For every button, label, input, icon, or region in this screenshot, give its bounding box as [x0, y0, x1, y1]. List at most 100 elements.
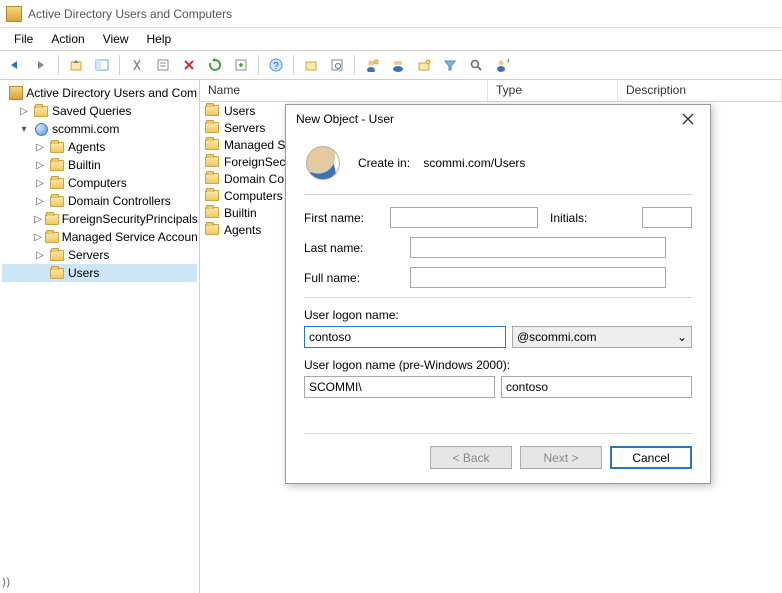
separator	[304, 297, 692, 298]
refresh-button[interactable]	[204, 54, 226, 76]
folder-icon	[34, 106, 48, 117]
delete-button[interactable]	[178, 54, 200, 76]
tree-label: Servers	[68, 248, 109, 262]
full-name-input[interactable]	[410, 267, 666, 288]
tree-label: ForeignSecurityPrincipals	[62, 212, 198, 226]
tree-item-servers[interactable]: ▷ Servers	[2, 246, 197, 264]
folder-icon	[205, 122, 219, 133]
help-button[interactable]: ?	[265, 54, 287, 76]
next-button[interactable]: Next >	[520, 446, 602, 469]
logon-name-input[interactable]	[304, 326, 506, 348]
tree-root[interactable]: Active Directory Users and Com	[2, 84, 197, 102]
close-button[interactable]	[674, 109, 702, 129]
folder-icon	[50, 268, 64, 279]
last-name-input[interactable]	[410, 237, 666, 258]
tree-saved-queries[interactable]: ▷ Saved Queries	[2, 102, 197, 120]
tree-label: Managed Service Accoun	[62, 230, 198, 244]
folder-icon	[205, 156, 219, 167]
menu-help[interactable]: Help	[139, 30, 180, 48]
cancel-button[interactable]: Cancel	[610, 446, 692, 469]
pre2k-label: User logon name (pre-Windows 2000):	[304, 358, 692, 372]
filter-button[interactable]	[439, 54, 461, 76]
menu-file[interactable]: File	[6, 30, 41, 48]
expand-icon[interactable]: ▷	[34, 250, 46, 261]
toolbar: ? +	[0, 50, 782, 80]
add-to-group-button[interactable]: +	[491, 54, 513, 76]
menu-view[interactable]: View	[95, 30, 137, 48]
cut-button[interactable]	[126, 54, 148, 76]
col-description[interactable]: Description	[618, 80, 782, 101]
initials-input[interactable]	[642, 207, 692, 228]
folder-icon	[205, 207, 219, 218]
folder-icon	[45, 232, 59, 243]
back-button[interactable]	[4, 54, 26, 76]
new-user-dialog: New Object - User Create in: scommi.com/…	[285, 104, 711, 484]
tree-item-users[interactable]: Users	[2, 264, 197, 282]
pre2k-user-input[interactable]	[501, 376, 692, 398]
col-name[interactable]: Name	[200, 80, 488, 101]
collapse-icon[interactable]: ▾	[18, 124, 30, 135]
toolbar-divider	[258, 55, 259, 75]
folder-icon	[205, 173, 219, 184]
dialog-footer: < Back Next > Cancel	[304, 433, 692, 469]
new-group-button[interactable]	[387, 54, 409, 76]
full-name-label: Full name:	[304, 271, 410, 285]
expand-icon[interactable]: ▷	[34, 232, 42, 243]
toolbar-divider	[293, 55, 294, 75]
col-type[interactable]: Type	[488, 80, 618, 101]
new-ou-folder-button[interactable]	[413, 54, 435, 76]
tree-item-computers[interactable]: ▷ Computers	[2, 174, 197, 192]
expand-icon[interactable]: ▷	[34, 196, 46, 207]
folder-icon	[205, 224, 219, 235]
folder-icon	[45, 214, 59, 225]
domain-suffix-select[interactable]: @scommi.com ⌄	[512, 326, 692, 348]
svg-text:?: ?	[273, 61, 279, 72]
tree-root-label: Active Directory Users and Com	[26, 86, 197, 100]
new-user-button[interactable]	[361, 54, 383, 76]
up-button[interactable]	[65, 54, 87, 76]
search-button[interactable]	[465, 54, 487, 76]
tree-item-managed-service[interactable]: ▷ Managed Service Accoun	[2, 228, 197, 246]
tree-domain[interactable]: ▾ scommi.com	[2, 120, 197, 138]
initials-label: Initials:	[550, 211, 636, 225]
tree-label: Agents	[68, 140, 105, 154]
toolbar-divider	[58, 55, 59, 75]
expand-icon[interactable]: ▷	[34, 160, 46, 171]
tree-item-builtin[interactable]: ▷Builtin	[2, 156, 197, 174]
tree-label: Computers	[68, 176, 127, 190]
tree-label: scommi.com	[52, 122, 119, 136]
find-button[interactable]	[326, 54, 348, 76]
first-name-input[interactable]	[390, 207, 538, 228]
folder-icon	[205, 139, 219, 150]
user-icon	[306, 146, 340, 180]
properties-button[interactable]	[152, 54, 174, 76]
globe-icon	[35, 123, 48, 136]
folder-icon	[50, 250, 64, 261]
first-name-label: First name:	[304, 211, 390, 225]
forward-button[interactable]	[30, 54, 52, 76]
tree-pane[interactable]: Active Directory Users and Com ▷ Saved Q…	[0, 80, 200, 593]
expand-icon[interactable]: ▷	[18, 106, 30, 117]
menu-action[interactable]: Action	[43, 30, 92, 48]
back-button[interactable]: < Back	[430, 446, 512, 469]
expand-icon[interactable]: ▷	[34, 142, 46, 153]
dialog-titlebar: New Object - User	[286, 105, 710, 132]
folder-icon	[50, 178, 64, 189]
show-hide-tree-button[interactable]	[91, 54, 113, 76]
folder-icon	[205, 190, 219, 201]
tree-label: Domain Controllers	[68, 194, 171, 208]
expand-icon[interactable]: ▷	[34, 214, 42, 225]
pre2k-domain-input[interactable]	[304, 376, 495, 398]
tree-item-foreignsecurity[interactable]: ▷ ForeignSecurityPrincipals	[2, 210, 197, 228]
svg-text:+: +	[506, 58, 509, 66]
scroll-indicator[interactable]: ⟩⟩	[2, 576, 11, 589]
export-button[interactable]	[230, 54, 252, 76]
new-ou-button[interactable]	[300, 54, 322, 76]
tree-label: Saved Queries	[52, 104, 131, 118]
tree-item-domain-controllers[interactable]: ▷ Domain Controllers	[2, 192, 197, 210]
menubar: File Action View Help	[0, 28, 782, 50]
expand-icon[interactable]: ▷	[34, 178, 46, 189]
dialog-title: New Object - User	[296, 112, 394, 126]
tree-item-agents[interactable]: ▷ Agents	[2, 138, 197, 156]
folder-icon	[50, 142, 64, 153]
